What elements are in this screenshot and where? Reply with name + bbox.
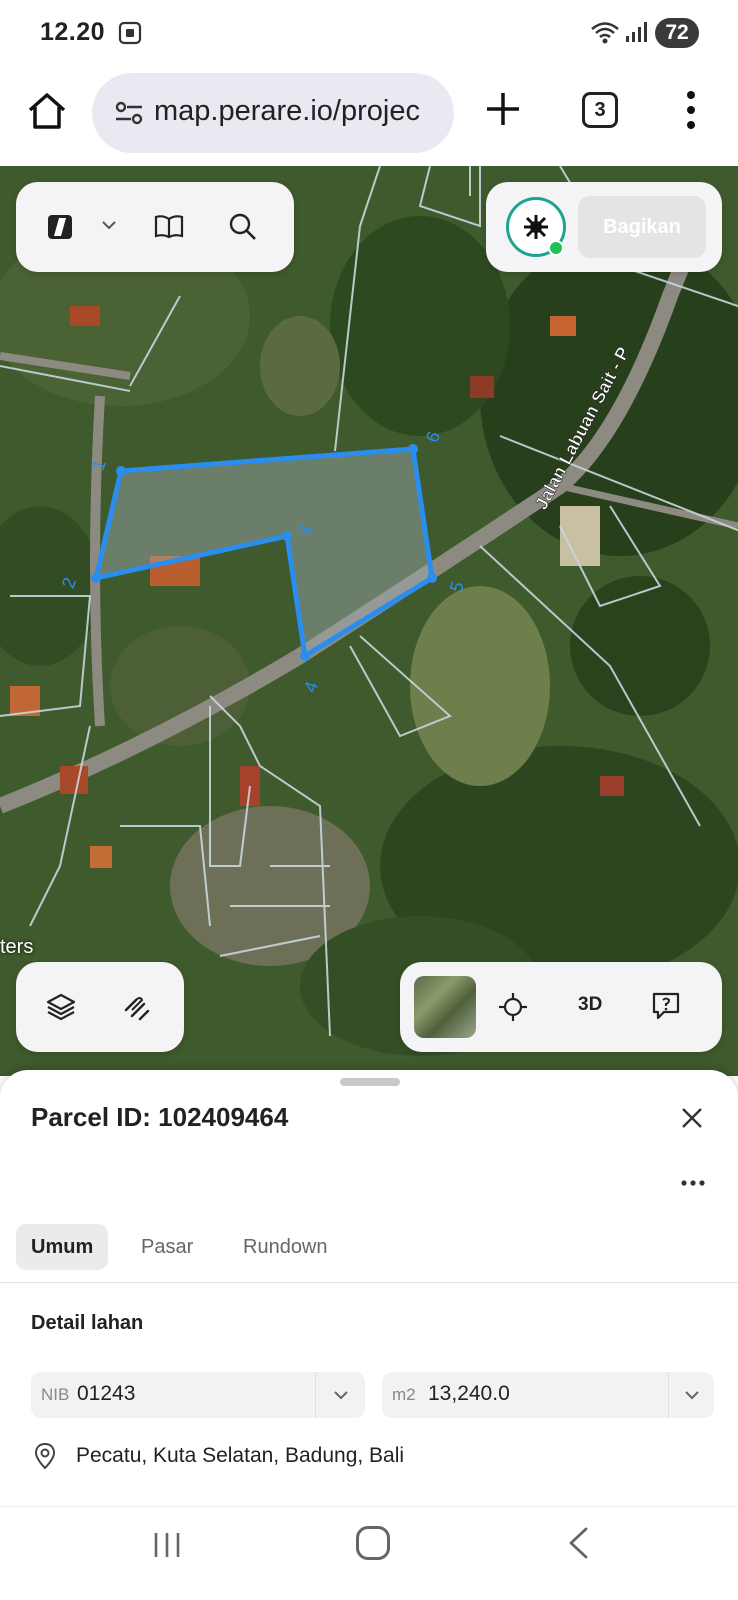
search-icon[interactable] xyxy=(228,212,258,242)
chevron-down-icon[interactable] xyxy=(684,1387,700,1403)
address-bar[interactable]: map.perare.io/projec xyxy=(92,73,454,153)
locate-icon[interactable] xyxy=(498,992,528,1022)
chevron-down-icon[interactable] xyxy=(102,220,116,230)
nib-prefix: NIB xyxy=(41,1385,70,1404)
signal-icon xyxy=(626,22,647,42)
field-separator xyxy=(315,1372,316,1418)
location-pin-icon xyxy=(34,1442,56,1470)
home-nav-icon[interactable] xyxy=(356,1526,390,1560)
satellite-map[interactable]: 1 2 3 4 5 6 Jalan Labuan Sait - P xyxy=(0,166,738,1076)
parcel-detail-sheet: Parcel ID: 102409464 Umum Pasar Rundown … xyxy=(0,1070,738,1508)
tabs-icon[interactable]: 3 xyxy=(582,92,618,128)
status-time: 12.20 xyxy=(40,18,106,46)
avatar-logo-icon xyxy=(524,215,548,239)
parcel-title: Parcel ID: 102409464 xyxy=(31,1102,289,1132)
sheet-drag-handle[interactable] xyxy=(340,1078,400,1086)
battery-icon: 72 xyxy=(655,18,699,48)
layers-icon[interactable] xyxy=(46,992,76,1022)
book-icon[interactable] xyxy=(154,214,184,240)
section-title: Detail lahan xyxy=(31,1312,144,1334)
screen-record-icon xyxy=(118,21,142,45)
status-bar: 12.20 72 xyxy=(0,0,738,68)
3d-icon[interactable]: 3D xyxy=(578,994,602,1016)
tab-pasar[interactable]: Pasar xyxy=(126,1224,208,1270)
site-settings-icon[interactable] xyxy=(114,99,144,127)
tab-umum[interactable]: Umum xyxy=(16,1224,109,1270)
nib-select[interactable]: NIB 01243 xyxy=(31,1372,365,1418)
field-separator xyxy=(668,1372,669,1418)
area-prefix: m2 xyxy=(392,1385,416,1404)
chevron-down-icon[interactable] xyxy=(333,1387,349,1403)
more-menu-icon[interactable] xyxy=(678,88,704,132)
map-view-controls: 3D xyxy=(400,962,722,1052)
back-icon[interactable] xyxy=(566,1526,590,1560)
nib-value: 01243 xyxy=(77,1382,136,1405)
map-toolbar xyxy=(16,182,294,272)
measure-icon[interactable] xyxy=(122,992,152,1022)
more-options-icon[interactable] xyxy=(680,1178,706,1188)
home-icon[interactable] xyxy=(26,90,68,132)
online-status-dot xyxy=(548,240,564,256)
close-icon[interactable] xyxy=(680,1106,704,1130)
wifi-icon xyxy=(591,22,619,44)
feedback-icon[interactable] xyxy=(650,990,682,1022)
tab-rundown[interactable]: Rundown xyxy=(228,1224,343,1270)
system-nav-bar xyxy=(0,1508,738,1600)
url-text[interactable]: map.perare.io/projec xyxy=(154,95,420,128)
map-user-panel: Bagikan xyxy=(486,182,722,272)
browser-toolbar: map.perare.io/projec 3 xyxy=(0,68,738,166)
area-value: 13,240.0 xyxy=(428,1382,510,1405)
area-select[interactable]: m2 13,240.0 xyxy=(382,1372,714,1418)
map-scale-label: ters xyxy=(0,936,34,958)
recents-icon[interactable] xyxy=(150,1530,184,1560)
parcel-location: Pecatu, Kuta Selatan, Badung, Bali xyxy=(76,1444,405,1467)
divider xyxy=(0,1506,738,1507)
map-view[interactable]: 1 2 3 4 5 6 Jalan Labuan Sait - P ters B… xyxy=(0,166,738,1076)
share-button[interactable]: Bagikan xyxy=(578,196,706,258)
divider xyxy=(0,1282,738,1283)
map-layer-panel xyxy=(16,962,184,1052)
satellite-thumbnail[interactable] xyxy=(414,976,476,1038)
new-tab-icon[interactable] xyxy=(484,90,522,128)
sidebar-logo-icon[interactable] xyxy=(46,212,74,242)
